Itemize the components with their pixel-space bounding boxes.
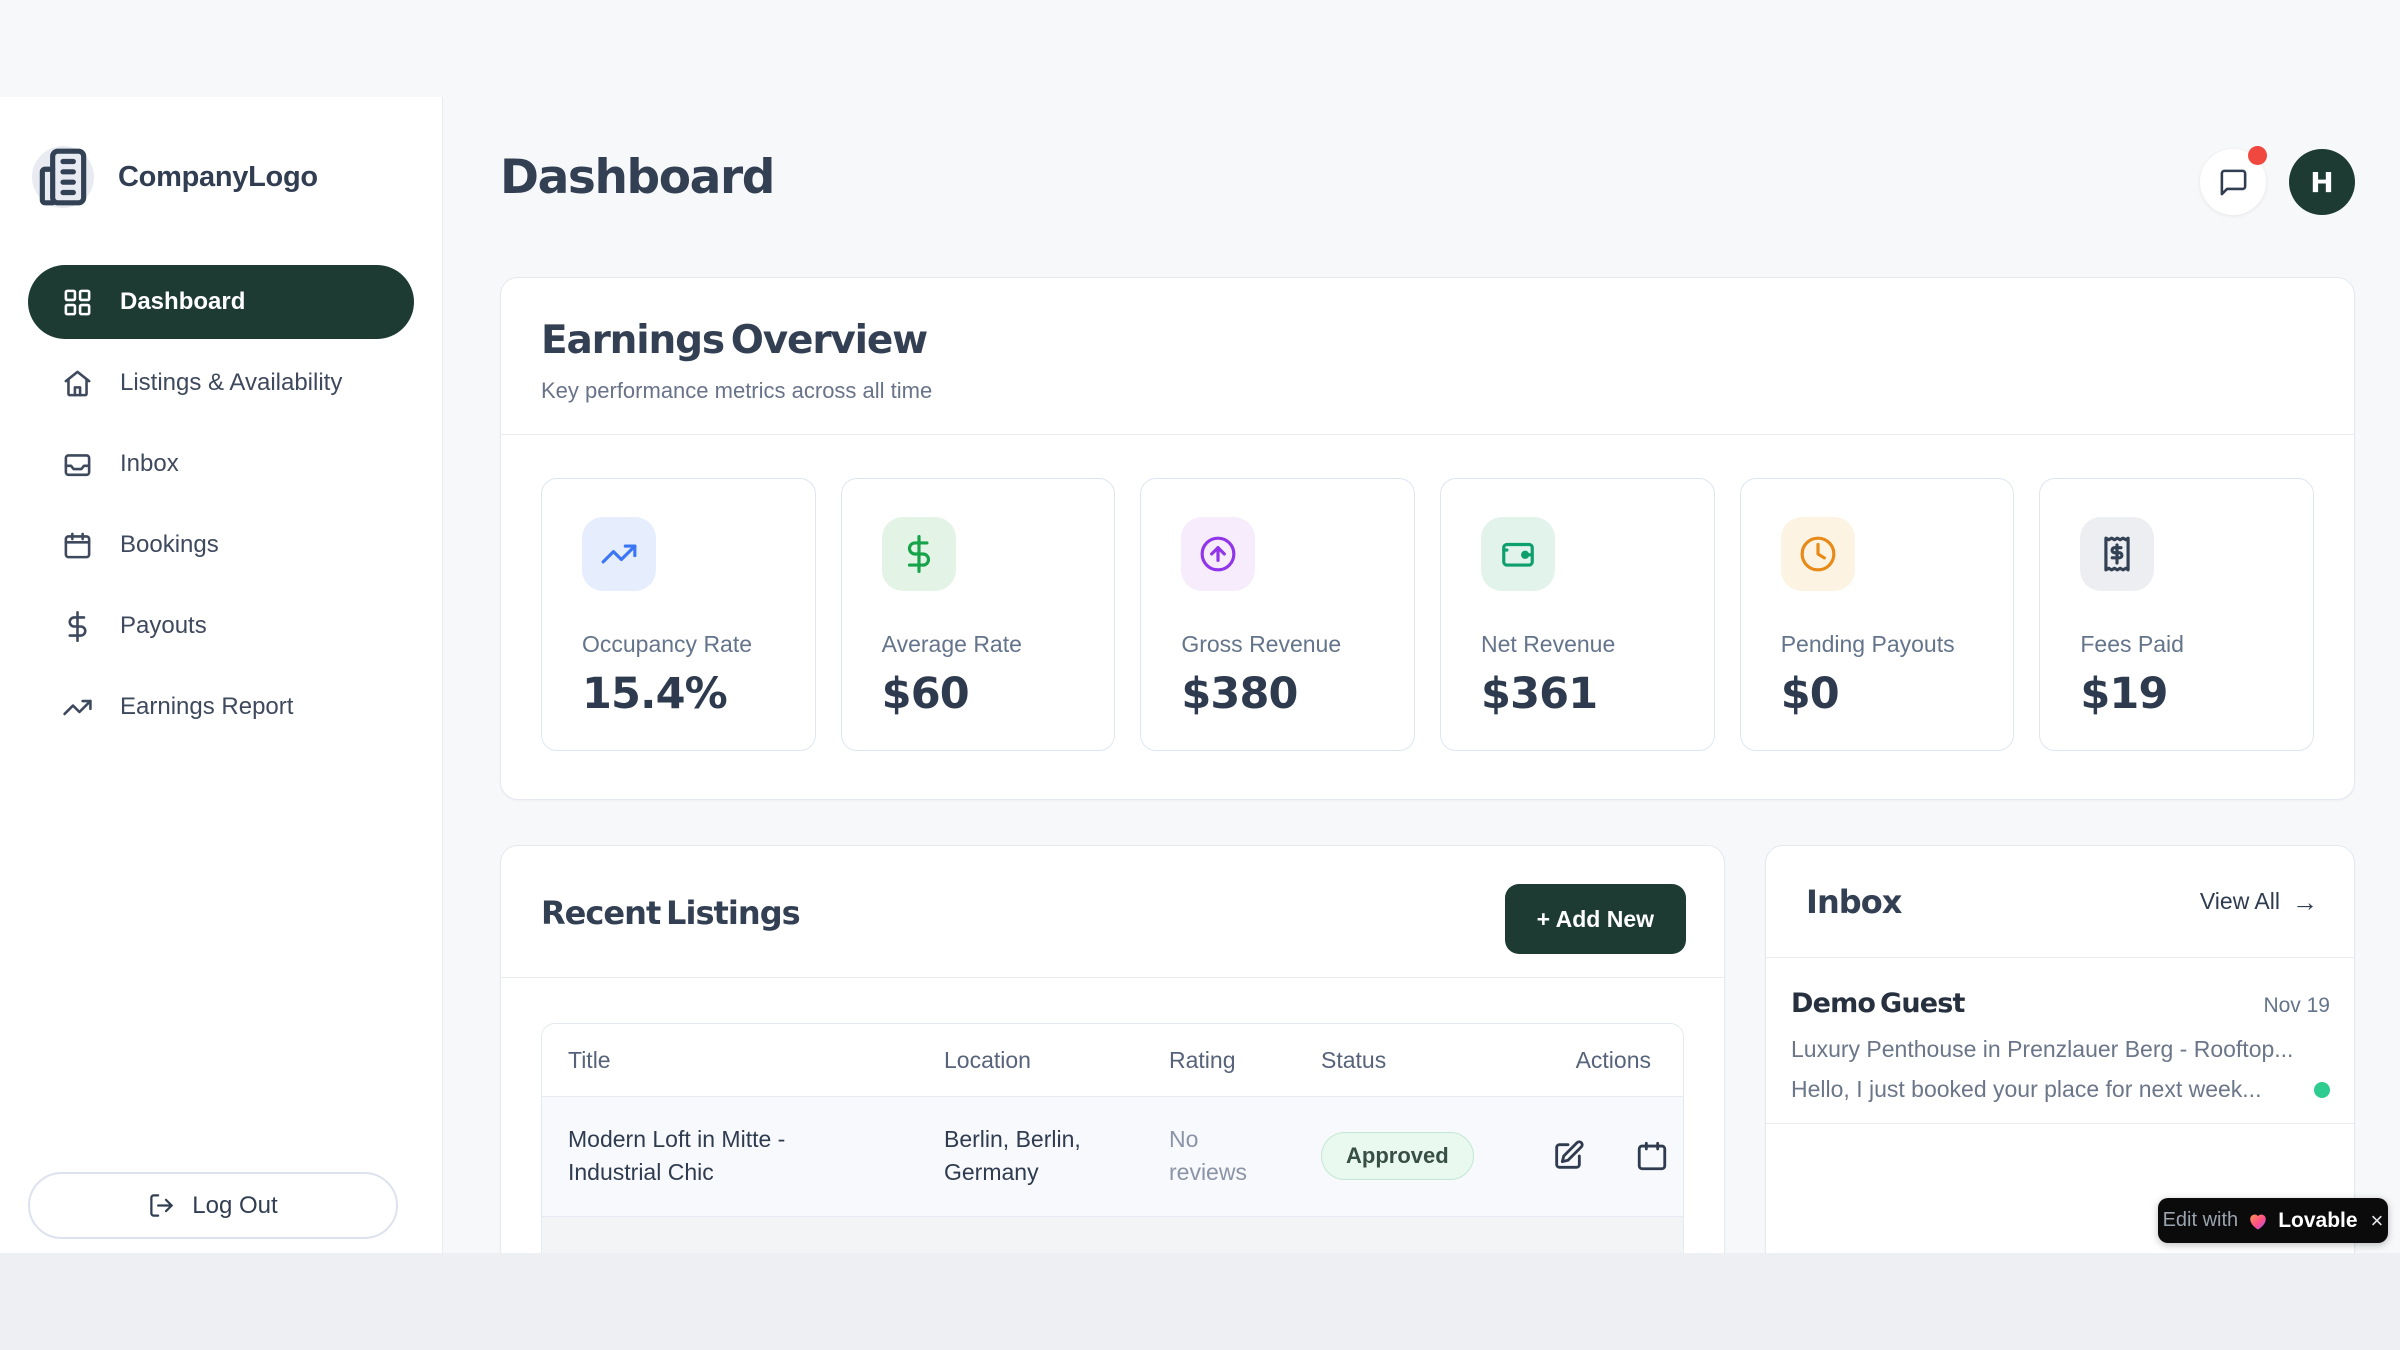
column-header-status: Status — [1321, 1047, 1551, 1074]
inbox-title: Inbox — [1806, 883, 1901, 921]
receipt-icon — [2080, 517, 2154, 591]
metric-value: 15.4% — [582, 669, 775, 719]
sidebar-item-label: Earnings Report — [120, 693, 293, 721]
lovable-prefix: Edit with — [2163, 1209, 2239, 1232]
metric-label: Occupancy Rate — [582, 631, 775, 658]
sidebar-item-payouts[interactable]: Payouts — [28, 589, 414, 663]
metric-label: Pending Payouts — [1781, 631, 1974, 658]
view-all-link[interactable]: View All → — [2200, 888, 2318, 915]
sidebar-item-label: Dashboard — [120, 288, 245, 316]
earnings-overview-card: Earnings Overview Key performance metric… — [500, 277, 2355, 800]
logo: CompanyLogo — [0, 97, 442, 208]
message-date: Nov 19 — [2263, 994, 2330, 1018]
arrow-up-circle-icon — [1181, 517, 1255, 591]
sidebar-item-bookings[interactable]: Bookings — [28, 508, 414, 582]
add-new-button[interactable]: + Add New — [1505, 884, 1686, 954]
metric-card-pending-payouts: Pending Payouts $0 — [1740, 478, 2015, 751]
home-icon — [62, 368, 93, 399]
column-header-title: Title — [568, 1047, 944, 1074]
chat-bubble-icon — [2218, 167, 2249, 198]
unread-dot — [2314, 1082, 2330, 1098]
metric-card-gross-revenue: Gross Revenue $380 — [1140, 478, 1415, 751]
metric-value: $380 — [1181, 669, 1374, 719]
listing-title-cell: Modern Loft in Mitte - Industrial Chic — [568, 1123, 826, 1190]
metric-value: $60 — [882, 669, 1075, 719]
notification-dot — [2248, 146, 2267, 165]
column-header-rating: Rating — [1169, 1047, 1321, 1074]
message-preview: Hello, I just booked your place for next… — [1791, 1076, 2261, 1103]
metric-value: $361 — [1481, 669, 1674, 719]
metric-label: Average Rate — [882, 631, 1075, 658]
recent-listings-card: Recent Listings + Add New Title Location… — [500, 845, 1725, 1253]
metric-label: Fees Paid — [2080, 631, 2273, 658]
lovable-badge[interactable]: Edit with Lovable × — [2158, 1198, 2388, 1243]
recent-listings-title: Recent Listings — [541, 894, 800, 932]
calendar-icon[interactable] — [1635, 1139, 1669, 1173]
page-title: Dashboard — [500, 150, 774, 205]
inbox-icon — [62, 449, 93, 480]
lovable-brand: Lovable — [2278, 1209, 2357, 1233]
listings-table: Title Location Rating Status Actions Mod… — [541, 1023, 1684, 1253]
listing-rating-cell: No reviews — [1169, 1123, 1269, 1190]
inbox-message-item[interactable]: Demo Guest Nov 19 Luxury Penthouse in Pr… — [1766, 958, 2354, 1124]
sidebar-item-inbox[interactable]: Inbox — [28, 427, 414, 501]
sidebar-item-earnings-report[interactable]: Earnings Report — [28, 670, 414, 744]
message-sender: Demo Guest — [1791, 988, 1965, 1019]
listing-actions-cell — [1551, 1139, 1684, 1173]
sidebar-item-dashboard[interactable]: Dashboard — [28, 265, 414, 339]
heart-icon — [2247, 1210, 2269, 1232]
close-icon[interactable]: × — [2371, 1210, 2384, 1232]
metric-label: Gross Revenue — [1181, 631, 1374, 658]
clock-icon — [1781, 517, 1855, 591]
listing-status-cell: Approved — [1321, 1132, 1551, 1180]
logout-button[interactable]: Log Out — [28, 1172, 398, 1239]
view-all-label: View All — [2200, 888, 2280, 915]
column-header-location: Location — [944, 1047, 1169, 1074]
table-header-row: Title Location Rating Status Actions — [542, 1024, 1683, 1097]
logout-label: Log Out — [192, 1192, 277, 1220]
listing-location-cell: Berlin, Berlin, Germany — [944, 1123, 1104, 1190]
app-viewport: CompanyLogo Dashboard Listings & — [0, 0, 2400, 1253]
logout-icon — [148, 1192, 175, 1219]
inbox-card: Inbox View All → Demo Guest Nov 19 Luxur… — [1765, 845, 2355, 1253]
metrics-row: Occupancy Rate 15.4% Average Rate $60 Gr… — [501, 435, 2354, 751]
status-badge: Approved — [1321, 1132, 1474, 1180]
table-row-partial[interactable] — [542, 1217, 1683, 1253]
recent-listings-header: Recent Listings + Add New — [501, 846, 1724, 978]
metric-card-average-rate: Average Rate $60 — [841, 478, 1116, 751]
sidebar-nav: Dashboard Listings & Availability Inb — [0, 265, 442, 744]
trending-up-icon — [582, 517, 656, 591]
dollar-icon — [62, 611, 93, 642]
metric-value: $0 — [1781, 669, 1974, 719]
dollar-icon — [882, 517, 956, 591]
earnings-overview-title: Earnings Overview — [541, 318, 2314, 363]
metric-card-fees-paid: Fees Paid $19 — [2039, 478, 2314, 751]
metric-value: $19 — [2080, 669, 2273, 719]
table-row[interactable]: Modern Loft in Mitte - Industrial Chic B… — [542, 1097, 1683, 1217]
chat-button[interactable] — [2200, 149, 2266, 215]
sidebar-item-label: Bookings — [120, 531, 219, 559]
sidebar-item-label: Payouts — [120, 612, 207, 640]
calendar-icon — [62, 530, 93, 561]
column-header-actions: Actions — [1551, 1047, 1661, 1074]
company-logo-text: CompanyLogo — [118, 161, 318, 194]
metric-card-net-revenue: Net Revenue $361 — [1440, 478, 1715, 751]
sidebar-item-label: Inbox — [120, 450, 179, 478]
earnings-overview-subtitle: Key performance metrics across all time — [541, 378, 2314, 404]
metric-label: Net Revenue — [1481, 631, 1674, 658]
trending-up-icon — [62, 692, 93, 723]
user-avatar[interactable]: H — [2289, 149, 2355, 215]
arrow-right-icon: → — [2292, 889, 2318, 915]
message-subject: Luxury Penthouse in Prenzlauer Berg - Ro… — [1791, 1036, 2330, 1063]
inbox-header: Inbox View All → — [1766, 846, 2354, 958]
sidebar: CompanyLogo Dashboard Listings & — [0, 97, 443, 1253]
wallet-icon — [1481, 517, 1555, 591]
metric-card-occupancy-rate: Occupancy Rate 15.4% — [541, 478, 816, 751]
edit-icon[interactable] — [1551, 1139, 1585, 1173]
earnings-overview-header: Earnings Overview Key performance metric… — [501, 278, 2354, 435]
company-logo-icon — [32, 146, 94, 208]
sidebar-item-listings[interactable]: Listings & Availability — [28, 346, 414, 420]
grid-icon — [62, 287, 93, 318]
sidebar-item-label: Listings & Availability — [120, 369, 342, 397]
